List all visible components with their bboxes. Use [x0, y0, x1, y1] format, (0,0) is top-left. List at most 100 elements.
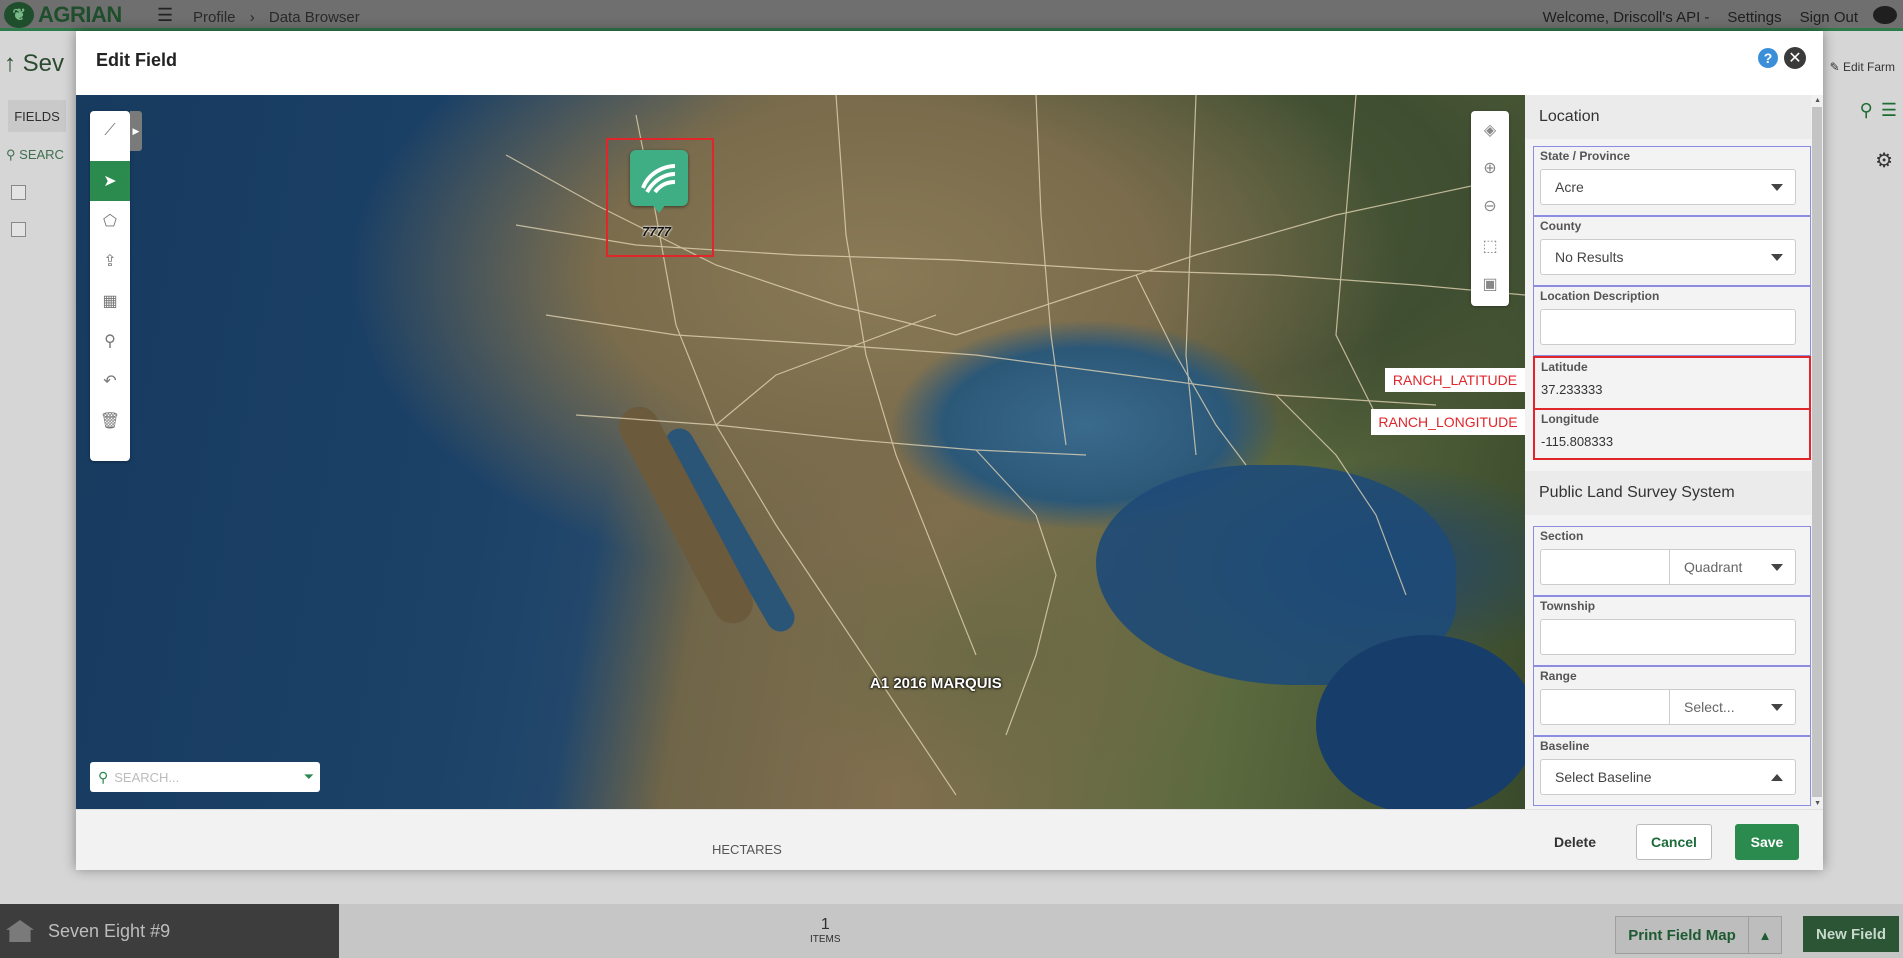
breadcrumb: Profile › Data Browser [193, 9, 370, 26]
breadcrumb-data-browser[interactable]: Data Browser [269, 9, 360, 26]
close-icon[interactable]: ✕ [1784, 47, 1806, 69]
select-arrow-icon[interactable]: ➤ [90, 161, 130, 201]
map-search-input[interactable]: ⚲ SEARCH... ⏷ [90, 762, 320, 792]
baseline-group: Baseline Select Baseline [1533, 736, 1811, 806]
range-direction-value: Select... [1684, 699, 1735, 715]
hamburger-menu-icon[interactable]: ☰ [157, 5, 179, 26]
farm-name: Seven Eight #9 [48, 920, 171, 941]
cancel-button[interactable]: Cancel [1636, 824, 1712, 860]
satellite-map[interactable]: 7777 A1 2016 MARQUIS ⟋ ➤ ⬠ ⇪ ▦ ⚲ ↶ 🗑 ▶ ◈… [76, 95, 1525, 809]
annotation-ranch-longitude: RANCH_LONGITUDE [1371, 409, 1525, 435]
scroll-up-icon[interactable]: ▲ [1814, 97, 1821, 104]
background-search[interactable]: ⚲ SEARC [6, 147, 64, 163]
page-title-text: Sev [22, 50, 65, 77]
question-circle-icon[interactable]: ? [1758, 48, 1778, 68]
scroll-down-icon[interactable]: ▼ [1814, 800, 1821, 807]
location-description-label: Location Description [1540, 289, 1660, 303]
latitude-field[interactable]: 37.233333 [1541, 382, 1602, 397]
county-label: County [1540, 219, 1582, 233]
draw-polygon-icon[interactable]: ⬠ [90, 201, 130, 241]
breadcrumb-profile[interactable]: Profile [193, 9, 236, 26]
latitude-label: Latitude [1541, 360, 1588, 374]
chat-icon[interactable] [1873, 6, 1897, 24]
baseline-value: Select Baseline [1555, 769, 1652, 785]
delete-icon[interactable]: 🗑 [90, 401, 130, 441]
zoom-extent-icon[interactable]: ▣ [1471, 265, 1509, 303]
search-icon: ⚲ [6, 147, 16, 162]
tab-fields[interactable]: FIELDS [8, 100, 66, 132]
location-pin-icon[interactable]: ⚲ [1860, 100, 1873, 121]
tool-expand-arrow-icon[interactable]: ▶ [130, 111, 142, 151]
chevron-down-icon [1771, 704, 1783, 711]
plss-section-heading: Public Land Survey System [1525, 471, 1811, 515]
state-province-select[interactable]: Acre [1540, 169, 1796, 205]
agrian-logo[interactable]: ❦ AGRIAN [4, 2, 122, 28]
items-label: ITEMS [810, 934, 841, 945]
page-title: ↑ Sev [4, 50, 64, 78]
chevron-down-icon [1771, 564, 1783, 571]
select-all-checkbox[interactable] [11, 185, 26, 200]
longitude-field[interactable]: -115.808333 [1541, 434, 1613, 449]
latitude-group: Latitude 37.233333 [1533, 356, 1811, 410]
print-options-toggle[interactable]: ▲ [1748, 916, 1782, 954]
breadcrumb-separator-icon: › [249, 9, 255, 26]
county-select[interactable]: No Results [1540, 239, 1796, 275]
state-province-group: State / Province Acre * [1533, 146, 1822, 216]
section-label: Section [1540, 529, 1584, 543]
row-checkbox[interactable] [11, 222, 26, 237]
scrollbar-thumb[interactable] [1812, 107, 1822, 797]
delete-button[interactable]: Delete [1540, 824, 1610, 860]
state-province-value: Acre [1555, 179, 1584, 195]
range-input[interactable] [1540, 689, 1670, 725]
sign-out-link[interactable]: Sign Out [1800, 9, 1858, 26]
county-value: No Results [1555, 249, 1624, 265]
layers-grid-icon[interactable]: ▦ [90, 281, 130, 321]
edit-farm-label: Edit Farm [1842, 60, 1895, 74]
field-marker-pin[interactable] [630, 150, 688, 213]
items-counter: 1 ITEMS [810, 916, 841, 945]
township-label: Township [1540, 599, 1596, 613]
search-icon: ⚲ [98, 768, 109, 785]
chevron-down-icon [1771, 254, 1783, 261]
map-roads [505, 95, 1525, 796]
section-input[interactable] [1540, 549, 1670, 585]
welcome-user-menu[interactable]: Welcome, Driscoll's API - [1543, 9, 1710, 26]
location-description-input[interactable] [1540, 309, 1796, 345]
save-button[interactable]: Save [1735, 824, 1799, 860]
farm-selector[interactable]: Seven Eight #9 [0, 904, 339, 958]
quadrant-select[interactable]: Quadrant [1669, 549, 1796, 585]
search-placeholder: SEARC [19, 147, 64, 162]
view-toggle-icons: ⚲ ☰ [1860, 100, 1897, 121]
pencil-icon: ✎ [1829, 60, 1840, 74]
township-input[interactable] [1540, 619, 1796, 655]
home-icon [6, 920, 34, 942]
map-search-placeholder: SEARCH... [114, 769, 180, 785]
field-details-panel: Location State / Province Acre * County … [1525, 95, 1823, 809]
new-field-button[interactable]: New Field [1803, 916, 1899, 952]
baseline-select[interactable]: Select Baseline [1540, 759, 1796, 795]
state-province-label: State / Province [1540, 149, 1631, 163]
county-group: County No Results * [1533, 216, 1822, 286]
range-label: Range [1540, 669, 1577, 683]
undo-icon[interactable]: ↶ [90, 361, 130, 401]
longitude-group: Longitude -115.808333 [1533, 408, 1811, 460]
measure-icon[interactable]: ⟋ [90, 111, 130, 151]
gear-icon[interactable]: ⚙ [1875, 148, 1893, 173]
layers-icon[interactable]: ◈ [1471, 111, 1509, 149]
print-field-map-button[interactable]: Print Field Map [1615, 916, 1749, 954]
modal-header: Edit Field ? ✕ [76, 31, 1823, 96]
up-arrow-icon[interactable]: ↑ [4, 50, 16, 77]
zoom-in-icon[interactable]: ⊕ [1471, 149, 1509, 187]
zoom-out-icon[interactable]: ⊖ [1471, 187, 1509, 225]
settings-link[interactable]: Settings [1727, 9, 1781, 26]
edit-farm-link[interactable]: ✎ Edit Farm [1830, 60, 1895, 74]
field-marker-highlight: 7777 [606, 138, 714, 257]
location-description-group: Location Description [1533, 286, 1811, 356]
place-marker-icon[interactable]: ⚲ [90, 321, 130, 361]
upload-icon[interactable]: ⇪ [90, 241, 130, 281]
filter-icon[interactable]: ⏷ [304, 769, 314, 785]
range-direction-select[interactable]: Select... [1669, 689, 1796, 725]
list-view-icon[interactable]: ☰ [1881, 100, 1897, 121]
zoom-selection-icon[interactable]: ⬚ [1471, 227, 1509, 265]
panel-scrollbar[interactable]: ▲ ▼ [1811, 95, 1823, 809]
